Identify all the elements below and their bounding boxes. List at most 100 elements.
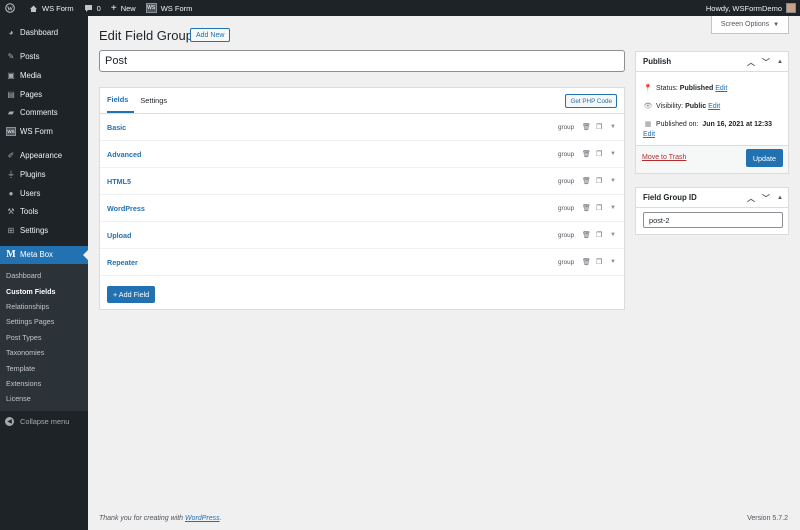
move-up-icon[interactable]: ︿ bbox=[747, 57, 755, 68]
wordpress-logo-button[interactable]: W bbox=[0, 0, 24, 16]
submenu-item-post-types[interactable]: Post Types bbox=[0, 330, 88, 345]
duplicate-icon[interactable]: ❐ bbox=[596, 150, 602, 158]
comments-link[interactable]: 0 bbox=[79, 0, 106, 16]
trash-icon[interactable]: 🗑 bbox=[582, 150, 591, 158]
sidebar-item-plugins[interactable]: ⏚ Plugins bbox=[0, 165, 88, 184]
field-label[interactable]: HTML5 bbox=[107, 177, 131, 186]
toggle-panel-icon[interactable]: ▲ bbox=[777, 195, 783, 201]
caret-down-icon[interactable]: ▼ bbox=[610, 259, 616, 265]
ws-form-link[interactable]: WS WS Form bbox=[141, 0, 198, 16]
sidebar-item-comments[interactable]: ▰ Comments bbox=[0, 103, 88, 122]
field-row[interactable]: HTML5 group 🗑 ❐ ▼ bbox=[100, 168, 624, 195]
account-menu[interactable]: Howdy, WSFormDemo bbox=[706, 0, 800, 16]
caret-down-icon[interactable]: ▼ bbox=[610, 124, 616, 130]
edit-visibility-link[interactable]: Edit bbox=[708, 102, 720, 112]
sidebar-item-label: Settings bbox=[20, 225, 49, 235]
field-row[interactable]: WordPress group 🗑 ❐ ▼ bbox=[100, 195, 624, 222]
home-icon bbox=[29, 4, 38, 13]
move-down-icon[interactable]: ﹀ bbox=[762, 57, 770, 68]
duplicate-icon[interactable]: ❐ bbox=[596, 204, 602, 212]
trash-icon[interactable]: 🗑 bbox=[582, 258, 591, 266]
add-field-button[interactable]: + Add Field bbox=[107, 286, 156, 303]
field-row[interactable]: Advanced group 🗑 ❐ ▼ bbox=[100, 141, 624, 168]
wordpress-logo-icon: W bbox=[5, 3, 15, 13]
duplicate-icon[interactable]: ❐ bbox=[596, 258, 602, 266]
duplicate-icon[interactable]: ❐ bbox=[596, 177, 602, 185]
edit-status-link[interactable]: Edit bbox=[715, 84, 727, 94]
publish-box: Publish ︿ ﹀ ▲ 📍 Status: Published Edit 👁… bbox=[635, 51, 789, 174]
submenu-item-dashboard[interactable]: Dashboard bbox=[0, 268, 88, 283]
trash-icon[interactable]: 🗑 bbox=[582, 123, 591, 131]
new-content-link[interactable]: + New bbox=[106, 0, 141, 16]
tab-settings[interactable]: Settings bbox=[140, 88, 173, 113]
trash-icon[interactable]: 🗑 bbox=[582, 177, 591, 185]
field-label[interactable]: Upload bbox=[107, 231, 131, 240]
sidebar-item-label: Tools bbox=[20, 207, 39, 217]
submenu-item-extensions[interactable]: Extensions bbox=[0, 376, 88, 391]
update-button[interactable]: Update bbox=[745, 149, 783, 167]
duplicate-icon[interactable]: ❐ bbox=[596, 123, 602, 131]
field-type: group bbox=[558, 123, 575, 131]
submenu-item-settings-pages[interactable]: Settings Pages bbox=[0, 314, 88, 329]
get-php-code-button[interactable]: Get PHP Code bbox=[565, 94, 617, 108]
published-label: Published on: bbox=[656, 121, 699, 128]
pin-icon: ✎ bbox=[7, 52, 15, 62]
duplicate-icon[interactable]: ❐ bbox=[596, 231, 602, 239]
caret-down-icon[interactable]: ▼ bbox=[610, 151, 616, 157]
sidebar-item-dashboard[interactable]: ◕ Dashboard bbox=[0, 23, 88, 42]
field-row[interactable]: Repeater group 🗑 ❐ ▼ bbox=[100, 249, 624, 276]
sidebar-item-pages[interactable]: ▤ Pages bbox=[0, 85, 88, 104]
dashboard-icon: ◕ bbox=[8, 27, 14, 37]
sidebar-item-tools[interactable]: ⚒ Tools bbox=[0, 202, 88, 221]
field-label[interactable]: Advanced bbox=[107, 150, 141, 159]
published-on-line: ▦ Published on: Jun 16, 2021 at 12:33 bbox=[636, 120, 788, 130]
move-to-trash-link[interactable]: Move to Trash bbox=[642, 154, 686, 161]
avatar bbox=[786, 3, 796, 13]
sidebar-item-label: Comments bbox=[20, 108, 58, 118]
sidebar-item-ws-form[interactable]: WS WS Form bbox=[0, 122, 88, 141]
visibility-line: 👁 Visibility: Public Edit bbox=[636, 102, 788, 112]
field-row[interactable]: Basic group 🗑 ❐ ▼ bbox=[100, 114, 624, 141]
edit-date-link[interactable]: Edit bbox=[643, 130, 655, 140]
add-new-button[interactable]: Add New bbox=[190, 28, 231, 42]
sidebar-item-meta-box[interactable]: M Meta Box bbox=[0, 245, 88, 265]
comment-icon: ▰ bbox=[7, 108, 15, 118]
tab-fields[interactable]: Fields bbox=[107, 88, 135, 113]
footer-thanks-suffix: . bbox=[219, 515, 222, 522]
screen-options-button[interactable]: Screen Options ▼ bbox=[711, 16, 789, 34]
visibility-value: Public bbox=[685, 103, 707, 110]
toggle-panel-icon[interactable]: ▲ bbox=[777, 59, 783, 65]
field-group-id-title: Field Group ID bbox=[643, 193, 697, 202]
field-group-id-input[interactable]: post-2 bbox=[643, 212, 783, 228]
sidebar-item-media[interactable]: ▣ Media bbox=[0, 66, 88, 85]
status-line: 📍 Status: Published Edit bbox=[636, 84, 788, 94]
sidebar-item-settings[interactable]: ⊞ Settings bbox=[0, 221, 88, 240]
submenu-item-relationships[interactable]: Relationships bbox=[0, 299, 88, 314]
collapse-menu-button[interactable]: ◀ Collapse menu bbox=[0, 413, 88, 431]
move-down-icon[interactable]: ﹀ bbox=[762, 193, 770, 204]
field-group-id-header: Field Group ID ︿ ﹀ ▲ bbox=[636, 188, 788, 208]
wrench-icon: ⚒ bbox=[7, 207, 15, 217]
submenu-item-license[interactable]: License bbox=[0, 391, 88, 406]
title-input[interactable]: Post bbox=[99, 50, 625, 72]
sidebar-item-users[interactable]: ● Users bbox=[0, 184, 88, 203]
submenu-item-custom-fields[interactable]: Custom Fields bbox=[0, 284, 88, 299]
published-value: Jun 16, 2021 at 12:33 bbox=[702, 121, 773, 128]
wordpress-link[interactable]: WordPress bbox=[185, 515, 220, 522]
caret-down-icon[interactable]: ▼ bbox=[610, 205, 616, 211]
caret-down-icon[interactable]: ▼ bbox=[610, 232, 616, 238]
trash-icon[interactable]: 🗑 bbox=[582, 231, 591, 239]
submenu-item-template[interactable]: Template bbox=[0, 360, 88, 375]
meta-box-submenu: Dashboard Custom Fields Relationships Se… bbox=[0, 264, 88, 411]
field-row[interactable]: Upload group 🗑 ❐ ▼ bbox=[100, 222, 624, 249]
field-label[interactable]: Basic bbox=[107, 123, 126, 132]
caret-down-icon[interactable]: ▼ bbox=[610, 178, 616, 184]
move-up-icon[interactable]: ︿ bbox=[747, 193, 755, 204]
sidebar-item-appearance[interactable]: ✐ Appearance bbox=[0, 147, 88, 166]
field-label[interactable]: Repeater bbox=[107, 258, 138, 267]
field-label[interactable]: WordPress bbox=[107, 204, 145, 213]
site-name-link[interactable]: WS Form bbox=[24, 0, 79, 16]
sidebar-item-posts[interactable]: ✎ Posts bbox=[0, 48, 88, 67]
trash-icon[interactable]: 🗑 bbox=[582, 204, 591, 212]
submenu-item-taxonomies[interactable]: Taxonomies bbox=[0, 345, 88, 360]
